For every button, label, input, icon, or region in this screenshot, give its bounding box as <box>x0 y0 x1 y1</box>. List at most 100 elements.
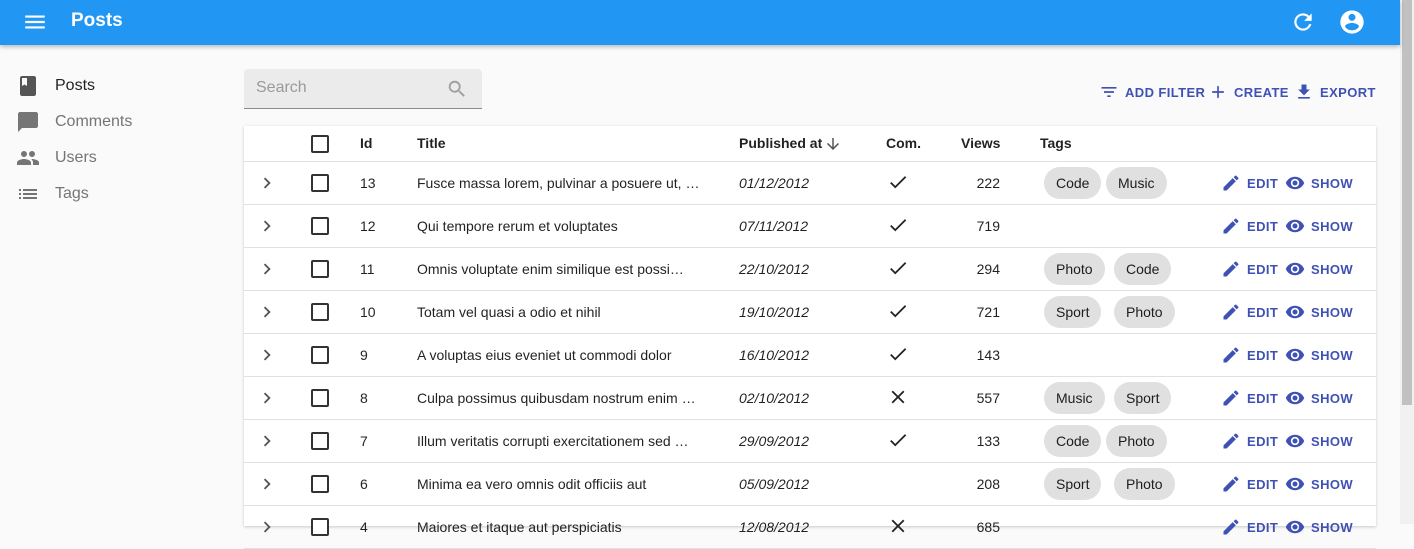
row-checkbox[interactable] <box>311 432 329 450</box>
tag-chip[interactable]: Photo <box>1044 253 1105 285</box>
chat-icon <box>18 112 38 132</box>
page-scrollbar[interactable] <box>1400 0 1414 524</box>
scrollbar-thumb[interactable] <box>1402 0 1412 405</box>
show-button[interactable]: SHOW <box>1285 431 1353 451</box>
show-button[interactable]: SHOW <box>1285 259 1353 279</box>
sidebar-item-label: Posts <box>55 77 96 94</box>
tag-chip[interactable]: Code <box>1044 425 1102 457</box>
edit-button[interactable]: EDIT <box>1221 431 1278 451</box>
header-commentable[interactable]: Com. <box>886 135 921 151</box>
tag-chip[interactable]: Photo <box>1106 425 1167 457</box>
pencil-icon <box>1223 218 1239 234</box>
cell-published-at: 16/10/2012 <box>739 347 810 363</box>
show-button[interactable]: SHOW <box>1285 517 1353 537</box>
edit-button[interactable]: EDIT <box>1221 517 1278 537</box>
add-filter-button[interactable]: ADD FILTER <box>1099 80 1205 104</box>
row-checkbox[interactable] <box>311 217 329 235</box>
show-button[interactable]: SHOW <box>1285 302 1353 322</box>
row-checkbox[interactable] <box>311 475 329 493</box>
edit-button[interactable]: EDIT <box>1221 173 1278 193</box>
cell-id: 11 <box>360 261 375 277</box>
header-id[interactable]: Id <box>360 135 372 151</box>
select-all-checkbox[interactable] <box>311 135 329 153</box>
table-row[interactable]: 6 Minima ea vero omnis odit officiis aut 0… <box>244 463 1376 506</box>
row-checkbox[interactable] <box>311 346 329 364</box>
tag-chip[interactable]: Music <box>1044 382 1105 414</box>
sidebar-item-posts[interactable]: Posts <box>0 68 230 104</box>
edit-button[interactable]: EDIT <box>1221 474 1278 494</box>
expand-chevron-icon[interactable] <box>256 301 278 323</box>
header-title[interactable]: Title <box>417 135 446 151</box>
search-icon <box>448 80 465 97</box>
sort-arrow-down-icon[interactable] <box>824 135 842 153</box>
table-row[interactable]: 7 Illum veritatis corrupti exercitationem… <box>244 420 1376 463</box>
table-row[interactable]: 10 Totam vel quasi a odio et nihil 19/10/2… <box>244 291 1376 334</box>
add-filter-label: ADD FILTER <box>1125 84 1206 100</box>
edit-button[interactable]: EDIT <box>1221 345 1278 365</box>
search-input[interactable] <box>256 79 436 97</box>
show-button[interactable]: SHOW <box>1285 173 1353 193</box>
table-row[interactable]: 12 Qui tempore rerum et voluptates 07/11/2… <box>244 205 1376 248</box>
eye-icon <box>1285 262 1305 276</box>
table-row[interactable]: 11 Omnis voluptate enim similique est pos… <box>244 248 1376 291</box>
row-checkbox[interactable] <box>311 389 329 407</box>
edit-button[interactable]: EDIT <box>1221 388 1278 408</box>
show-label: SHOW <box>1311 390 1354 406</box>
pencil-icon <box>1223 175 1239 191</box>
row-checkbox[interactable] <box>311 174 329 192</box>
sidebar-item-tags[interactable]: Tags <box>0 176 230 212</box>
header-views[interactable]: Views <box>961 135 1000 151</box>
tag-chip[interactable]: Code <box>1044 167 1102 199</box>
create-button[interactable]: CREATE <box>1208 80 1289 104</box>
expand-chevron-icon[interactable] <box>256 473 278 495</box>
check-icon <box>890 434 907 447</box>
cell-published-at: 29/09/2012 <box>739 433 810 449</box>
close-icon <box>891 519 905 533</box>
tag-chip[interactable]: Sport <box>1114 382 1172 414</box>
show-button[interactable]: SHOW <box>1285 388 1353 408</box>
expand-chevron-icon[interactable] <box>256 516 278 538</box>
export-button[interactable]: EXPORT <box>1294 80 1376 104</box>
row-checkbox[interactable] <box>311 518 329 536</box>
tag-chip[interactable]: Music <box>1106 167 1167 199</box>
expand-chevron-icon[interactable] <box>256 258 278 280</box>
edit-label: EDIT <box>1247 218 1279 234</box>
edit-button[interactable]: EDIT <box>1221 216 1278 236</box>
expand-chevron-icon[interactable] <box>256 172 278 194</box>
tag-chip[interactable]: Sport <box>1044 468 1102 500</box>
tag-chip[interactable]: Sport <box>1044 296 1102 328</box>
table-row[interactable]: 8 Culpa possimus quibusdam nostrum enim …… <box>244 377 1376 420</box>
tag-chip[interactable]: Code <box>1114 253 1172 285</box>
edit-button[interactable]: EDIT <box>1221 259 1278 279</box>
account-circle-icon[interactable] <box>1338 8 1366 36</box>
cell-id: 6 <box>360 476 368 492</box>
tag-chip[interactable]: Photo <box>1114 296 1175 328</box>
expand-chevron-icon[interactable] <box>256 387 278 409</box>
tag-chip[interactable]: Photo <box>1114 468 1175 500</box>
edit-button[interactable]: EDIT <box>1221 302 1278 322</box>
edit-label: EDIT <box>1247 433 1279 449</box>
sidebar-item-users[interactable]: Users <box>0 140 230 176</box>
cell-views: 719 <box>976 218 1000 234</box>
table-row[interactable]: 4 Maiores et itaque aut perspiciatis 12/08… <box>244 506 1376 549</box>
header-published-at[interactable]: Published at <box>739 135 822 151</box>
row-checkbox[interactable] <box>311 260 329 278</box>
check-icon <box>890 219 907 232</box>
refresh-icon[interactable] <box>1290 9 1316 35</box>
show-label: SHOW <box>1311 519 1354 535</box>
show-button[interactable]: SHOW <box>1285 345 1353 365</box>
show-button[interactable]: SHOW <box>1285 216 1353 236</box>
table-row[interactable]: 13 Fusce massa lorem, pulvinar a posuere … <box>244 162 1376 205</box>
show-button[interactable]: SHOW <box>1285 474 1353 494</box>
table-row[interactable]: 9 A voluptas eius eveniet ut commodi dolo… <box>244 334 1376 377</box>
expand-chevron-icon[interactable] <box>256 215 278 237</box>
header-tags: Tags <box>1040 135 1072 151</box>
cell-published-at: 22/10/2012 <box>739 261 810 277</box>
row-checkbox[interactable] <box>311 303 329 321</box>
expand-chevron-icon[interactable] <box>256 430 278 452</box>
menu-icon[interactable] <box>22 9 48 35</box>
cell-views: 685 <box>976 519 1000 535</box>
expand-chevron-icon[interactable] <box>256 344 278 366</box>
cell-id: 8 <box>360 390 368 406</box>
sidebar-item-comments[interactable]: Comments <box>0 104 230 140</box>
